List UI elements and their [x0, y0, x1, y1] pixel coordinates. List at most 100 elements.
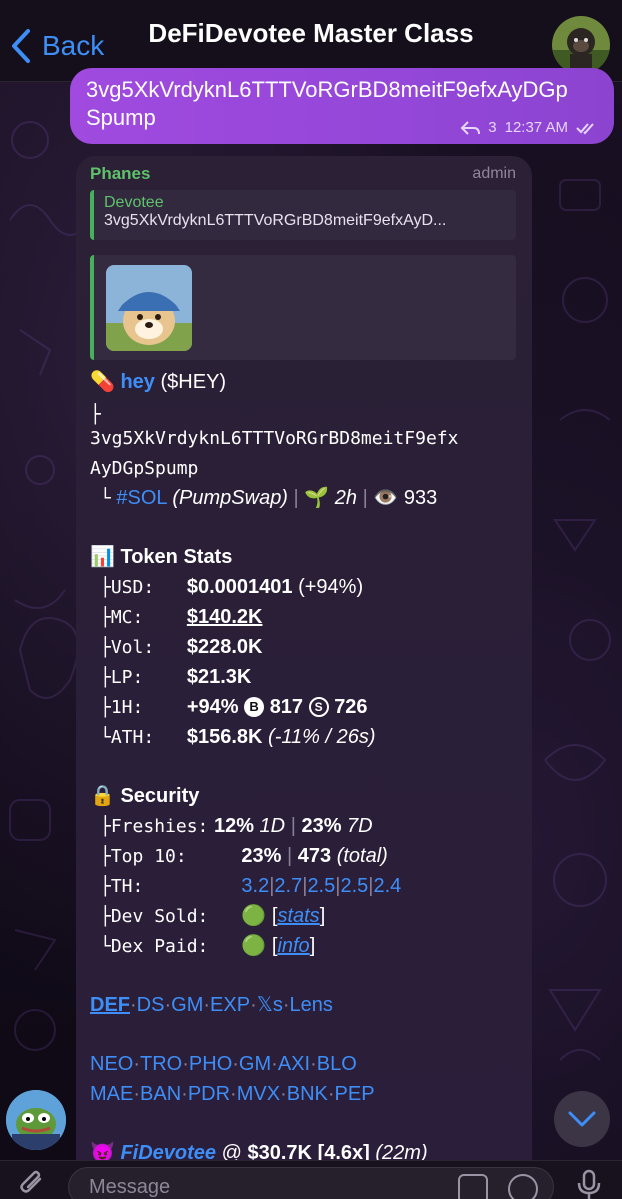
token-title-row: 💊 hey ($HEY): [90, 367, 226, 397]
stats-row: ├1H: +94% B 817 S 726: [90, 692, 368, 723]
quick-link[interactable]: PEP: [335, 1083, 375, 1105]
top-holder-link[interactable]: 2.4: [373, 875, 401, 897]
buys-icon: B: [244, 697, 265, 717]
quick-link[interactable]: DEF: [90, 994, 130, 1016]
freshies-key: Freshies:: [110, 816, 209, 837]
tree-branch: ├: [100, 846, 111, 867]
tree-branch: ├: [100, 667, 111, 688]
dex-paid-key: Dex Paid:: [110, 936, 209, 957]
lock-icon: 🔒: [90, 785, 115, 807]
stats-value: $156.8K: [186, 726, 263, 748]
token-address-line1[interactable]: 3vg5XkVrdyknL6TTTVoRGrBD8meitF9efx: [90, 424, 458, 454]
quick-link[interactable]: NEO: [90, 1053, 133, 1075]
link-preview[interactable]: [90, 255, 516, 360]
quick-link[interactable]: GM: [239, 1053, 271, 1075]
token-ticker: ($HEY): [160, 371, 227, 393]
paperclip-icon[interactable]: [18, 1169, 48, 1199]
link-separator: ·: [232, 1053, 239, 1075]
stats-row: ├MC: $140.2K: [90, 602, 262, 633]
chain-hashtag[interactable]: #SOL: [116, 487, 166, 509]
tree-branch: ├: [100, 697, 111, 718]
stats-key: ATH:: [110, 727, 155, 748]
link-separator: ·: [133, 1083, 141, 1105]
quick-link[interactable]: BNK: [287, 1083, 328, 1105]
link-separator: ·: [230, 1083, 237, 1105]
stats-value[interactable]: $140.2K: [187, 606, 263, 628]
quick-link[interactable]: Lens: [290, 994, 333, 1016]
stats-value: +94%: [186, 696, 239, 718]
scroll-down-button[interactable]: [554, 1091, 610, 1147]
token-address-line2[interactable]: AyDGpSpump: [90, 454, 198, 484]
links-row-3: MAE·BAN·PDR·MVX·BNK·PEP: [90, 1079, 375, 1109]
link-separator: ·: [181, 1083, 188, 1105]
link-separator: ·: [327, 1083, 335, 1105]
freshies-row: ├Freshies: 12% 1D | 23% 7D: [90, 811, 373, 842]
buys-count: 817: [269, 696, 304, 718]
chat-title[interactable]: DeFiDevotee Master Class: [0, 18, 622, 49]
quick-link[interactable]: MVX: [237, 1083, 280, 1105]
link-separator: ·: [280, 1083, 287, 1105]
tree-branch: ├: [100, 577, 111, 598]
reply-arrow-icon: [460, 120, 481, 135]
holder-count-label: (total): [336, 845, 388, 867]
quick-link[interactable]: GM: [171, 994, 203, 1016]
tree-corner: └: [100, 727, 111, 748]
th-key: TH:: [110, 876, 144, 897]
stats-row: ├USD: $0.0001401 (+94%): [90, 572, 363, 603]
quick-link[interactable]: BLO: [317, 1053, 357, 1075]
incoming-message[interactable]: Phanes admin Devotee 3vg5XkVrdyknL6TTTVo…: [76, 156, 532, 1199]
quick-link[interactable]: 𝕏s: [257, 994, 283, 1016]
group-avatar[interactable]: [552, 16, 610, 74]
top-holders-values: 3.2|2.7|2.5|2.5|2.4: [241, 875, 401, 897]
security-heading-label: Security: [120, 785, 200, 807]
freshies-7d-value: 23%: [301, 815, 342, 837]
quick-link[interactable]: AXI: [278, 1053, 310, 1075]
microphone-icon[interactable]: [576, 1169, 602, 1199]
top-holder-link[interactable]: 2.5: [340, 875, 368, 897]
sells-icon: S: [308, 697, 329, 717]
token-image[interactable]: [106, 265, 192, 351]
freshies-7d-period: 7D: [347, 815, 373, 837]
quick-link[interactable]: PHO: [189, 1053, 232, 1075]
stats-row: ├LP: $21.3K: [90, 662, 251, 693]
sender-name[interactable]: Phanes: [90, 164, 150, 184]
reply-author: Devotee: [104, 194, 164, 211]
quick-link[interactable]: MAE: [90, 1083, 133, 1105]
stats-value: $0.0001401: [186, 576, 293, 598]
tree-corner: └: [100, 936, 111, 957]
tree-branch: ├: [100, 876, 111, 897]
link-separator: ·: [130, 994, 137, 1016]
top-holder-link[interactable]: 2.7: [274, 875, 302, 897]
stats-key: 1H:: [110, 697, 144, 718]
top10-percent: 23%: [241, 845, 282, 867]
quick-link[interactable]: PDR: [188, 1083, 230, 1105]
link-separator: ·: [133, 1053, 141, 1075]
info-link[interactable]: info: [277, 935, 309, 957]
seedling-icon: 🌱: [304, 487, 330, 509]
tree-branch: ├: [100, 816, 111, 837]
reply-text: 3vg5XkVrdyknL6TTTVoRGrBD8meitF9efxAyD...: [104, 212, 447, 229]
reply-count: 3: [488, 119, 497, 136]
stats-heading: 📊 Token Stats: [90, 542, 232, 572]
stats-key: Vol:: [110, 637, 155, 658]
tree-corner: └: [100, 488, 111, 509]
quick-link[interactable]: EXP: [210, 994, 250, 1016]
top-holder-link[interactable]: 3.2: [241, 875, 269, 897]
holder-count: 473: [297, 845, 332, 867]
pill-icon: 💊: [90, 371, 115, 393]
stats-link[interactable]: stats: [277, 905, 319, 927]
bot-commands-icon[interactable]: [458, 1174, 488, 1199]
stats-value: $21.3K: [186, 666, 252, 688]
sticker-icon[interactable]: [508, 1174, 538, 1199]
quick-link[interactable]: TRO: [140, 1053, 182, 1075]
link-separator: ·: [271, 1053, 278, 1075]
sender-avatar[interactable]: [6, 1090, 66, 1150]
outgoing-message[interactable]: 3vg5XkVrdyknL6TTTVoRGrBD8meitF9efxAyDGp …: [70, 68, 614, 144]
dex-name: (PumpSwap): [172, 487, 288, 509]
reply-quote[interactable]: Devotee 3vg5XkVrdyknL6TTTVoRGrBD8meitF9e…: [90, 190, 516, 240]
token-name-link[interactable]: hey: [120, 371, 154, 393]
quick-link[interactable]: BAN: [140, 1083, 181, 1105]
link-separator: ·: [282, 994, 290, 1016]
quick-link[interactable]: DS: [137, 994, 165, 1016]
top-holder-link[interactable]: 2.5: [307, 875, 335, 897]
